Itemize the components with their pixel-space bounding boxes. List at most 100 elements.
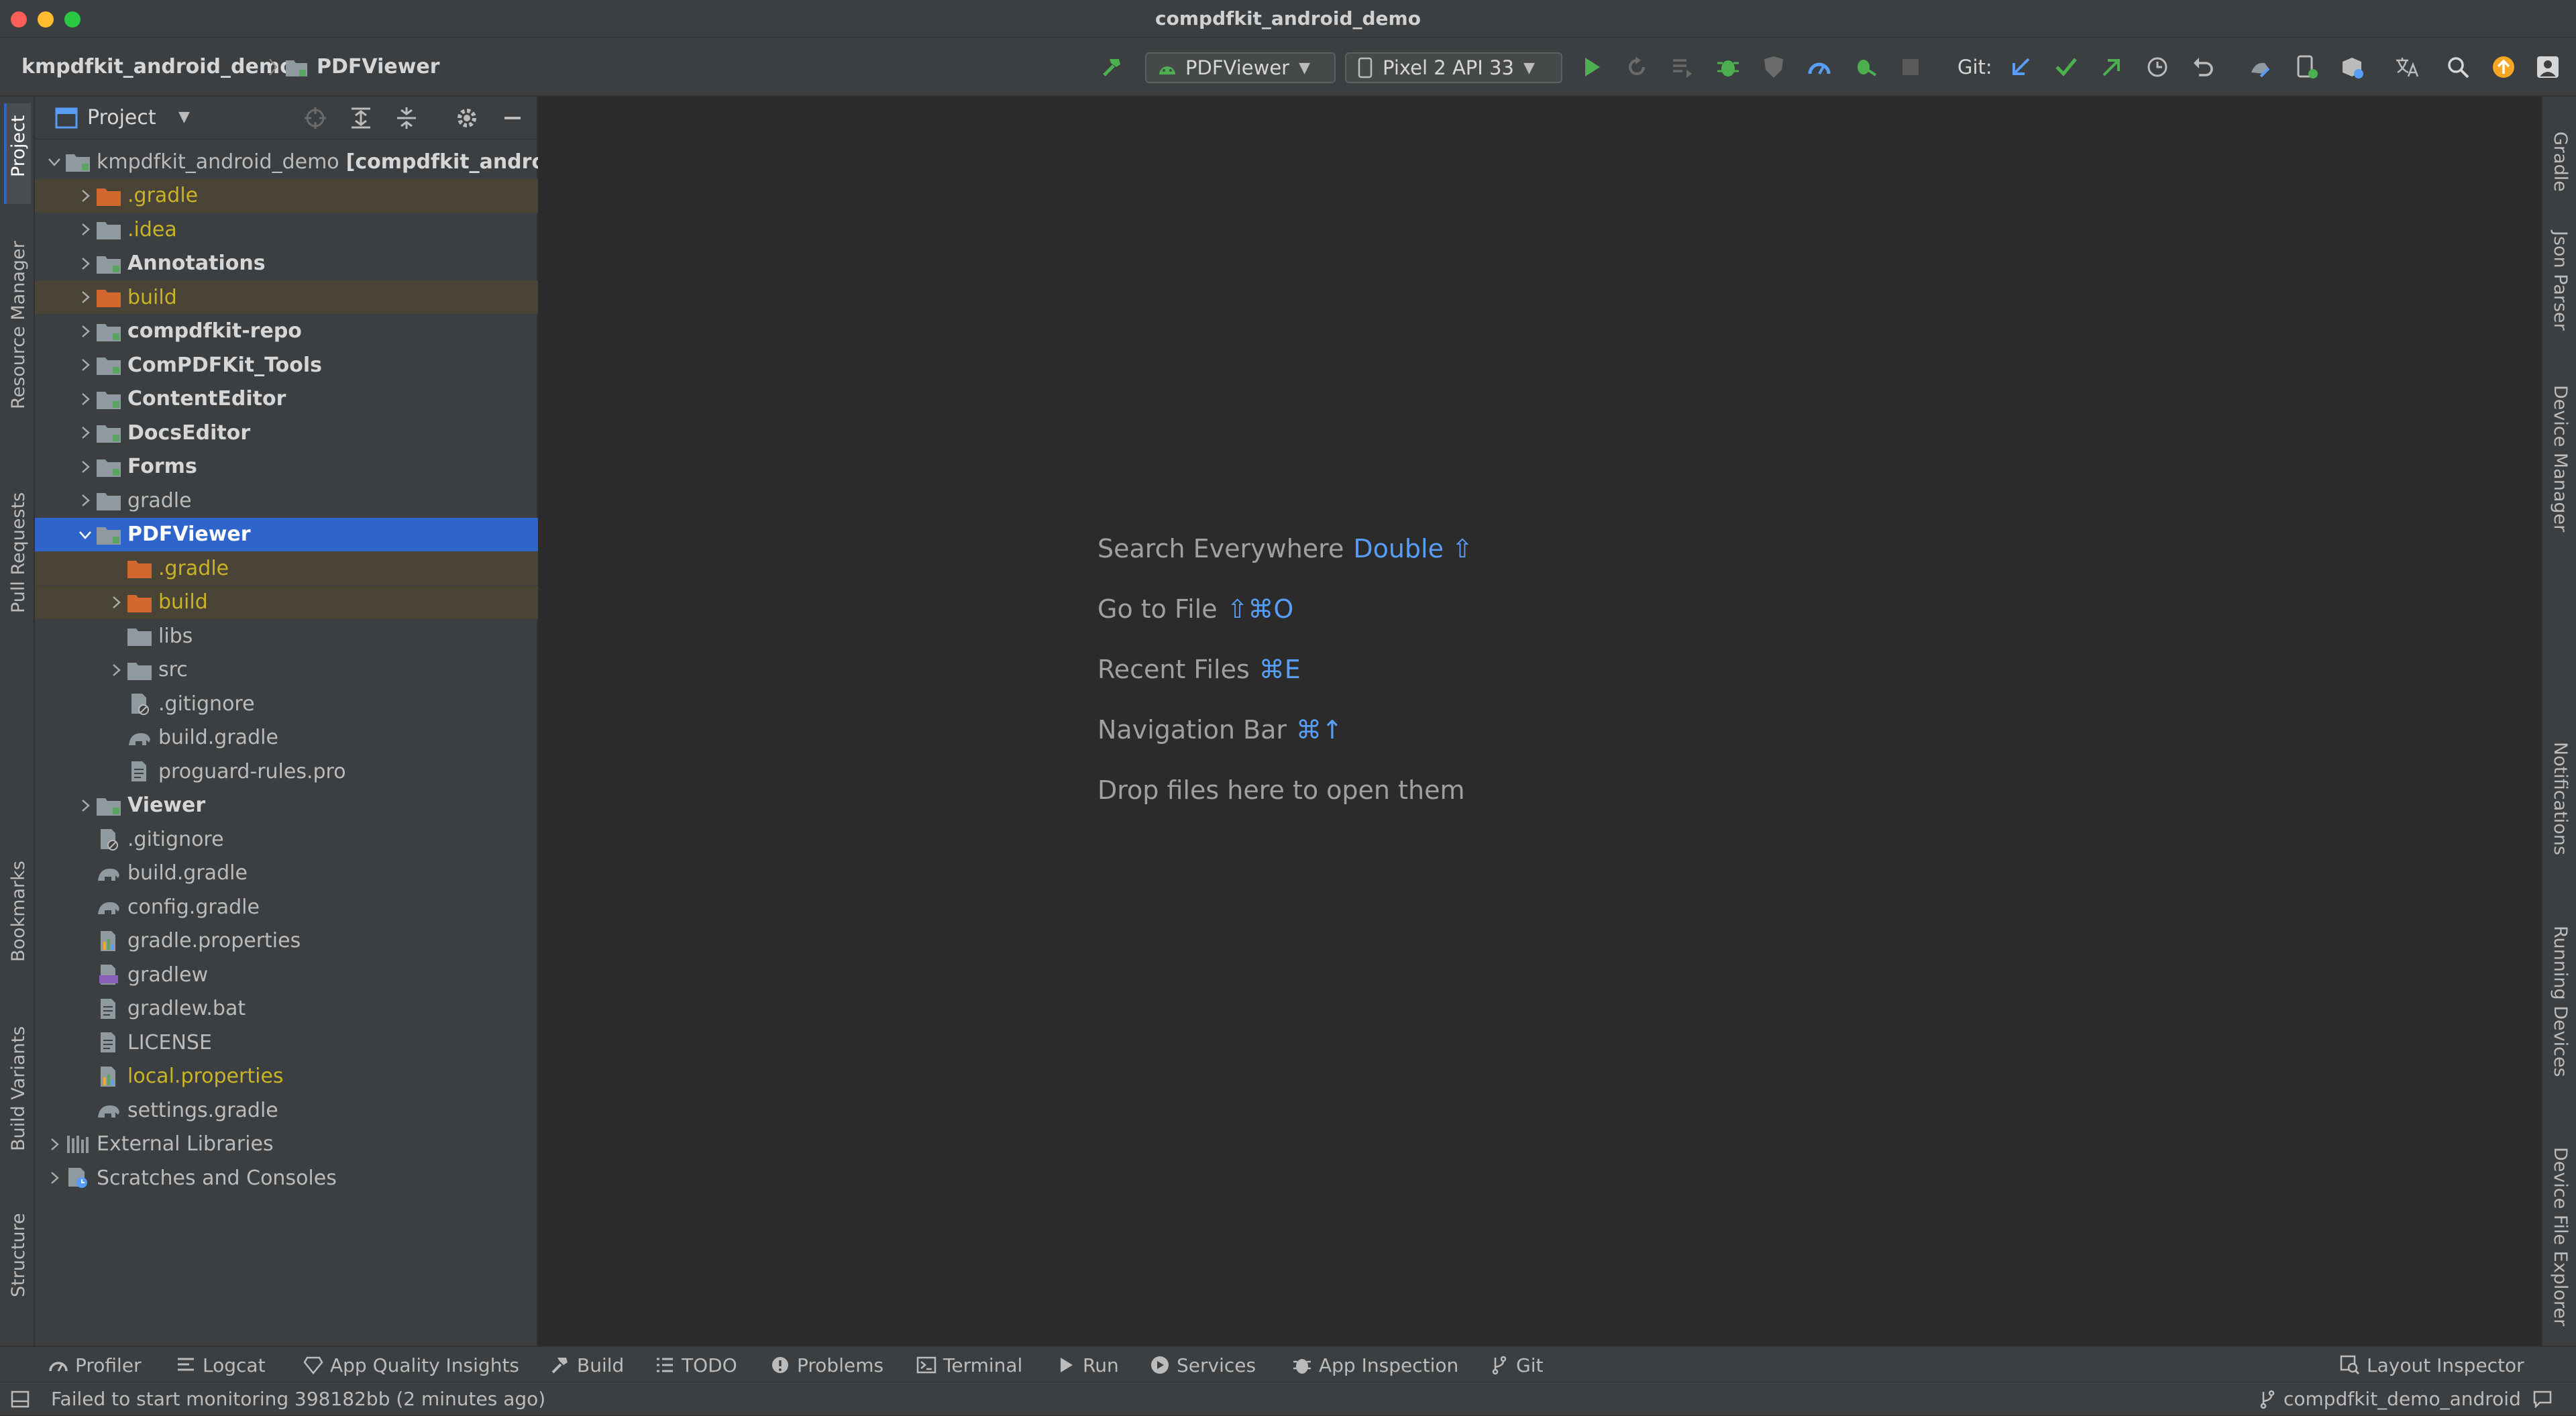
tab-build-variants[interactable]: Build Variants [8, 1026, 29, 1151]
status-branch[interactable]: compdfkit_demo_android [2284, 1382, 2521, 1416]
apply-code-changes-icon[interactable] [1670, 55, 1695, 79]
chevron-right-icon[interactable] [75, 457, 95, 477]
tab-services[interactable]: Services [1150, 1347, 1256, 1383]
chevron-down-icon[interactable]: ▼ [178, 109, 190, 125]
tree-row[interactable]: settings.gradle [35, 1093, 538, 1127]
breadcrumb-module[interactable]: PDFViewer [317, 38, 440, 97]
tab-device-file-explorer[interactable]: Device File Explorer [2550, 1147, 2571, 1326]
tab-app-quality-insights[interactable]: App Quality Insights [303, 1347, 519, 1383]
tab-running-devices[interactable]: Running Devices [2550, 926, 2571, 1077]
tree-row[interactable]: External Libraries [35, 1128, 538, 1161]
tab-resource-manager[interactable]: Resource Manager [8, 241, 29, 409]
search-icon[interactable] [2446, 55, 2470, 79]
tab-profiler[interactable]: Profiler [48, 1347, 142, 1383]
update-available-icon[interactable] [2491, 55, 2516, 79]
tab-terminal[interactable]: Terminal [916, 1347, 1022, 1383]
tree-row[interactable]: compdfkit-repo [35, 315, 538, 348]
tab-git[interactable]: Git [1489, 1347, 1543, 1383]
locate-target-icon[interactable] [303, 106, 327, 130]
tree-row[interactable]: .gitignore [35, 687, 538, 720]
chevron-right-icon[interactable] [75, 287, 95, 307]
git-push-icon[interactable] [2100, 55, 2124, 79]
profiler-gauge-icon[interactable] [1807, 55, 1831, 79]
collapse-all-icon[interactable] [394, 106, 419, 130]
tree-row[interactable]: gradlew [35, 958, 538, 991]
build-hammer-icon[interactable] [1100, 55, 1124, 79]
tree-row[interactable]: gradle [35, 484, 538, 517]
tab-app-inspection[interactable]: App Inspection [1292, 1347, 1458, 1383]
git-commit-check-icon[interactable] [2054, 55, 2078, 79]
tree-row[interactable]: kmpdfkit_android_demo[compdfkit_android_… [35, 145, 538, 178]
event-log-icon[interactable] [2533, 1391, 2552, 1409]
stop-icon[interactable] [1898, 55, 1923, 79]
tree-row[interactable]: gradle.properties [35, 924, 538, 958]
tab-build[interactable]: Build [550, 1347, 624, 1383]
tree-row[interactable]: .gradle [35, 178, 538, 213]
git-history-clock-icon[interactable] [2145, 55, 2169, 79]
breadcrumb-project[interactable]: kmpdfkit_android_demo [21, 38, 294, 97]
tab-pull-requests[interactable]: Pull Requests [8, 492, 29, 613]
tab-logcat[interactable]: Logcat [176, 1347, 266, 1383]
tab-project[interactable]: Project [8, 115, 29, 177]
debug-bug-icon[interactable] [1716, 55, 1740, 79]
tree-row[interactable]: local.properties [35, 1060, 538, 1093]
translate-icon[interactable] [2395, 55, 2419, 79]
chevron-right-icon[interactable] [106, 660, 126, 680]
attach-debugger-icon[interactable] [1853, 55, 1877, 79]
chevron-right-icon[interactable] [75, 219, 95, 239]
device-select[interactable]: Pixel 2 API 33 ▼ [1345, 52, 1562, 83]
tree-row[interactable]: Forms [35, 450, 538, 484]
chevron-down-icon[interactable] [75, 525, 95, 545]
chevron-right-icon[interactable] [75, 254, 95, 274]
device-manager-icon[interactable] [2294, 55, 2318, 79]
tree-row[interactable]: ComPDFKit_Tools [35, 348, 538, 382]
run-configuration-select[interactable]: PDFViewer ▼ [1145, 52, 1336, 83]
chevron-right-icon[interactable] [44, 1134, 64, 1154]
chevron-right-icon[interactable] [75, 321, 95, 341]
git-rollback-icon[interactable] [2191, 55, 2215, 79]
chevron-right-icon[interactable] [75, 423, 95, 443]
status-message[interactable]: Failed to start monitoring 398182bb (2 m… [51, 1382, 545, 1416]
user-avatar-icon[interactable] [2536, 55, 2560, 79]
tab-json-parser[interactable]: Json Parser [2550, 231, 2571, 331]
hide-panel-icon[interactable] [500, 106, 525, 130]
tree-row[interactable]: Annotations [35, 247, 538, 280]
tree-row[interactable]: libs [35, 619, 538, 653]
chevron-right-icon[interactable] [44, 1168, 64, 1188]
tree-row[interactable]: build [35, 585, 538, 619]
tree-row[interactable]: Viewer [35, 789, 538, 822]
sdk-manager-icon[interactable] [2340, 55, 2364, 79]
profile-shield-icon[interactable] [1762, 55, 1786, 79]
chevron-down-icon[interactable] [44, 152, 64, 172]
tab-run[interactable]: Run [1056, 1347, 1119, 1383]
tab-layout-inspector[interactable]: Layout Inspector [2340, 1347, 2524, 1383]
tree-row[interactable]: build [35, 280, 538, 314]
gear-icon[interactable] [455, 106, 479, 130]
tab-todo[interactable]: TODO [655, 1347, 737, 1383]
chevron-right-icon[interactable] [75, 355, 95, 375]
project-view-title[interactable]: Project [87, 97, 156, 140]
tab-structure[interactable]: Structure [8, 1213, 29, 1297]
tree-row[interactable]: proguard-rules.pro [35, 755, 538, 788]
chevron-right-icon[interactable] [75, 490, 95, 510]
editor-area[interactable]: Search Everywhere Double ⇧ Go to File ⇧⌘O … [539, 97, 2541, 1346]
toggle-tool-windows-icon[interactable] [11, 1391, 30, 1408]
tab-gradle[interactable]: Gradle [2550, 131, 2571, 192]
expand-all-icon[interactable] [349, 106, 373, 130]
tab-problems[interactable]: Problems [770, 1347, 883, 1383]
tree-row[interactable]: src [35, 653, 538, 687]
tree-row[interactable]: gradlew.bat [35, 992, 538, 1026]
tab-bookmarks[interactable]: Bookmarks [8, 861, 29, 962]
tree-row[interactable]: LICENSE [35, 1026, 538, 1059]
tree-row[interactable]: .gradle [35, 551, 538, 585]
chevron-right-icon[interactable] [75, 796, 95, 816]
sync-gradle-icon[interactable] [2249, 55, 2273, 79]
run-icon[interactable] [1580, 55, 1604, 79]
tab-device-manager[interactable]: Device Manager [2550, 385, 2571, 532]
tree-row[interactable]: .gitignore [35, 822, 538, 856]
chevron-right-icon[interactable] [106, 592, 126, 612]
tree-row[interactable]: PDFViewer [35, 517, 538, 551]
chevron-right-icon[interactable] [75, 186, 95, 206]
tree-row[interactable]: config.gradle [35, 890, 538, 924]
tree-row[interactable]: build.gradle [35, 721, 538, 755]
